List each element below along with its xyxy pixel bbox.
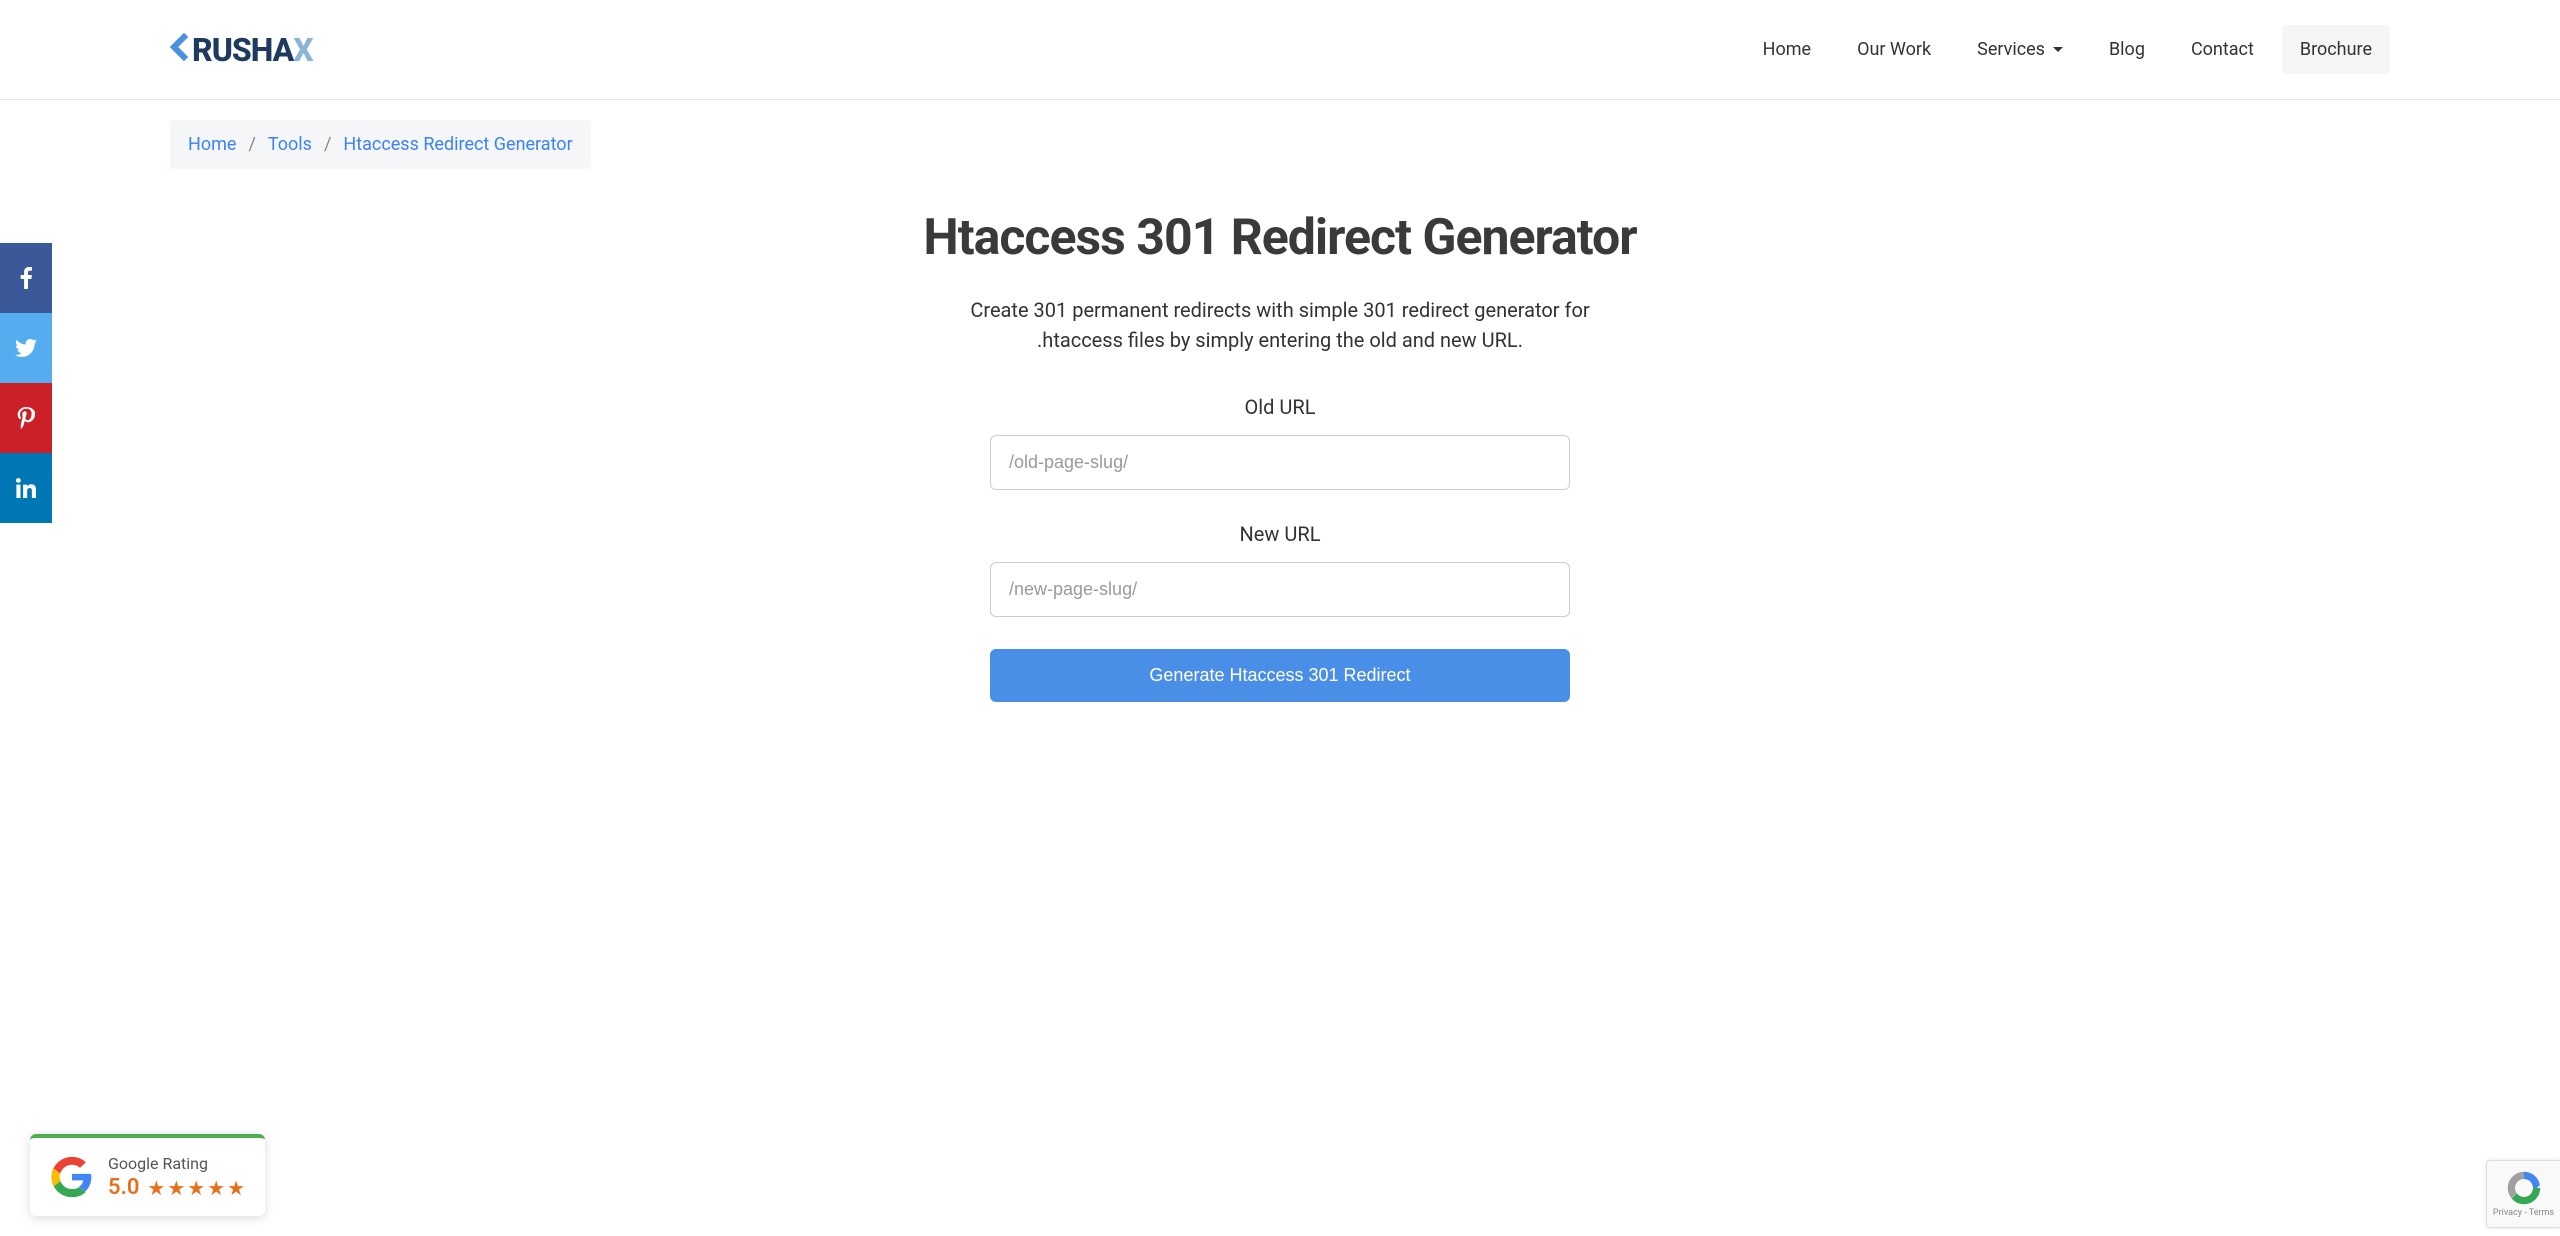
main-content: Htaccess 301 Redirect Generator Create 3… <box>920 209 1640 702</box>
recaptcha-badge: Privacy - Terms <box>2486 1160 2560 1228</box>
pinterest-icon <box>17 407 35 429</box>
recaptcha-icon <box>2506 1170 2542 1206</box>
rating-info: Google Rating 5.0 ★ ★ ★ ★ ★ <box>108 1154 245 1200</box>
rating-title: Google Rating <box>108 1154 245 1173</box>
logo-text-x: X <box>293 31 312 69</box>
new-url-input[interactable] <box>990 562 1570 617</box>
rating-score: 5.0 <box>108 1175 139 1200</box>
recaptcha-links: Privacy - Terms <box>2493 1208 2554 1218</box>
nav-services[interactable]: Services <box>1959 25 2081 74</box>
social-twitter[interactable] <box>0 313 52 383</box>
old-url-input[interactable] <box>990 435 1570 490</box>
rating-stars: ★ ★ ★ ★ ★ <box>147 1176 245 1200</box>
google-rating-widget[interactable]: Google Rating 5.0 ★ ★ ★ ★ ★ <box>30 1134 265 1216</box>
old-url-label: Old URL <box>920 395 1640 419</box>
breadcrumb-separator: / <box>324 134 331 155</box>
star-icon: ★ <box>207 1176 225 1200</box>
new-url-label: New URL <box>920 522 1640 546</box>
star-icon: ★ <box>147 1176 165 1200</box>
header: RUSHAX Home Our Work Services Blog Conta… <box>0 0 2560 100</box>
social-linkedin[interactable] <box>0 453 52 523</box>
breadcrumb-home[interactable]: Home <box>188 134 236 155</box>
nav-brochure[interactable]: Brochure <box>2282 25 2390 74</box>
star-icon: ★ <box>167 1176 185 1200</box>
content-wrapper: Home / Tools / Htaccess Redirect Generat… <box>0 100 2560 742</box>
breadcrumb-tools[interactable]: Tools <box>268 134 312 155</box>
form-group-new-url: New URL <box>920 522 1640 617</box>
logo[interactable]: RUSHAX <box>170 31 313 69</box>
recaptcha-privacy[interactable]: Privacy <box>2493 1208 2522 1218</box>
social-pinterest[interactable] <box>0 383 52 453</box>
recaptcha-terms[interactable]: Terms <box>2529 1208 2554 1218</box>
nav-contact[interactable]: Contact <box>2173 25 2272 74</box>
chevron-down-icon <box>2053 47 2063 52</box>
facebook-icon <box>20 267 32 289</box>
rating-row: 5.0 ★ ★ ★ ★ ★ <box>108 1175 245 1200</box>
twitter-icon <box>15 339 37 357</box>
google-icon <box>50 1155 94 1199</box>
logo-text: RUSHA <box>192 31 293 69</box>
breadcrumb: Home / Tools / Htaccess Redirect Generat… <box>170 120 591 169</box>
main-nav: Home Our Work Services Blog Contact Broc… <box>1745 25 2390 74</box>
nav-home[interactable]: Home <box>1745 25 1829 74</box>
social-sidebar <box>0 243 52 523</box>
page-title: Htaccess 301 Redirect Generator <box>920 209 1640 267</box>
nav-services-label: Services <box>1977 39 2045 60</box>
breadcrumb-separator: / <box>248 134 255 155</box>
linkedin-icon <box>16 478 36 498</box>
page-description: Create 301 permanent redirects with simp… <box>920 295 1640 355</box>
star-icon: ★ <box>187 1176 205 1200</box>
form-group-old-url: Old URL <box>920 395 1640 490</box>
generate-button[interactable]: Generate Htaccess 301 Redirect <box>990 649 1570 702</box>
nav-blog[interactable]: Blog <box>2091 25 2163 74</box>
breadcrumb-current[interactable]: Htaccess Redirect Generator <box>343 134 572 155</box>
nav-our-work[interactable]: Our Work <box>1839 25 1949 74</box>
logo-arrow-icon <box>170 31 190 69</box>
star-icon: ★ <box>227 1176 245 1200</box>
social-facebook[interactable] <box>0 243 52 313</box>
